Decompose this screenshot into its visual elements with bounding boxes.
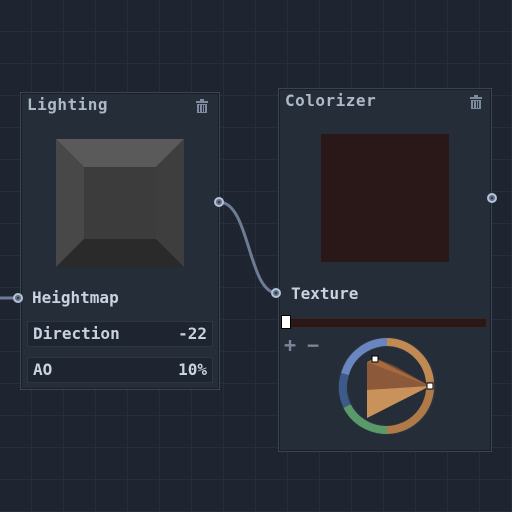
lighting-node[interactable]: Lighting Heightmap Direction -22 AO 10% bbox=[20, 92, 220, 390]
colorizer-preview bbox=[321, 134, 449, 262]
colorizer-output-port[interactable] bbox=[487, 193, 497, 203]
add-stop-button[interactable]: + bbox=[284, 333, 296, 357]
colorizer-node[interactable]: Colorizer Texture + − bbox=[278, 88, 492, 452]
wire-lighting-to-texture bbox=[218, 200, 278, 295]
trash-icon[interactable] bbox=[469, 95, 483, 109]
lighting-node-title: Lighting bbox=[27, 95, 109, 114]
ao-label: AO bbox=[33, 360, 53, 379]
color-wheel[interactable] bbox=[335, 334, 439, 438]
lighting-preview bbox=[56, 139, 184, 267]
ao-value: 10% bbox=[178, 360, 207, 379]
trash-icon[interactable] bbox=[195, 99, 209, 113]
lighting-output-port[interactable] bbox=[214, 197, 224, 207]
ao-field[interactable]: AO 10% bbox=[27, 357, 213, 383]
texture-input-label: Texture bbox=[291, 284, 359, 303]
direction-field[interactable]: Direction -22 bbox=[27, 321, 213, 347]
heightmap-input-port[interactable] bbox=[13, 293, 23, 303]
gradient-bar[interactable] bbox=[283, 318, 487, 328]
direction-value: -22 bbox=[178, 324, 207, 343]
direction-label: Direction bbox=[33, 324, 120, 343]
heightmap-input-label: Heightmap bbox=[32, 288, 119, 307]
texture-input-port[interactable] bbox=[271, 288, 281, 298]
remove-stop-button[interactable]: − bbox=[307, 333, 319, 357]
gradient-stop-handle[interactable] bbox=[281, 315, 291, 329]
colorizer-node-title: Colorizer bbox=[285, 91, 377, 110]
